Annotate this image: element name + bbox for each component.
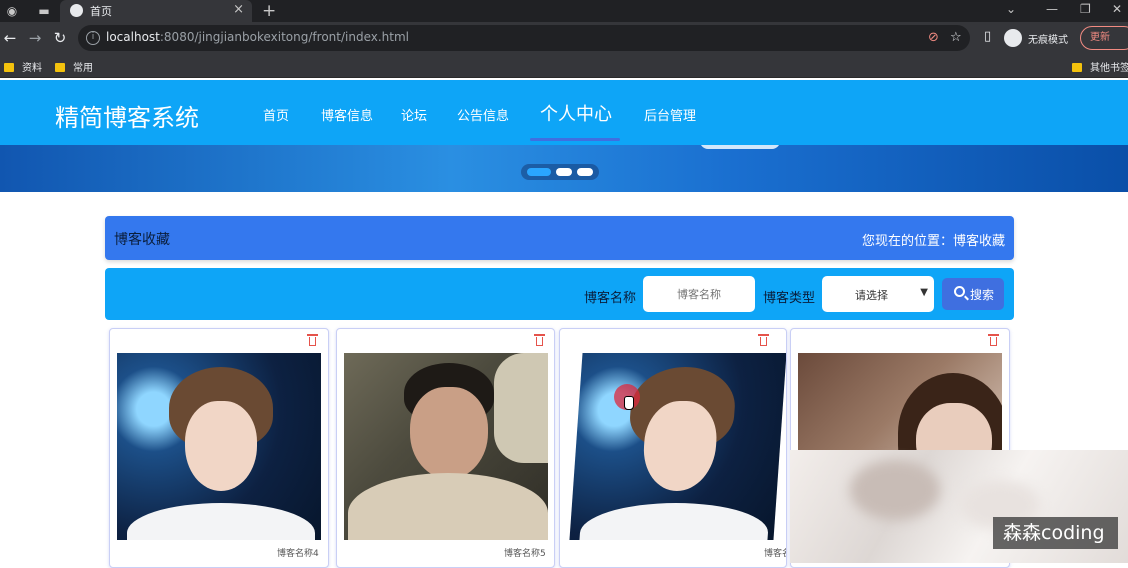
blog-type-select[interactable]: 请选择 ▼ [822,276,934,312]
location-text: 您现在的位置：博客收藏 [861,234,1005,249]
carousel-dot[interactable] [556,168,572,176]
favorite-card[interactable]: 博客名称4 [109,328,329,568]
restore-icon[interactable]: ❐ [1080,2,1091,16]
back-icon[interactable]: ← [1,28,19,48]
update-button[interactable]: 更新 [1080,26,1128,50]
blog-cover-image[interactable] [344,353,548,540]
new-tab-button[interactable]: + [262,1,276,21]
favorite-card[interactable]: 博客名称5 [336,328,555,568]
browser-tab-bar: ◉ ▬ 首页 × + ⌄ — ❐ ✕ [0,0,1128,22]
globe-icon[interactable]: ◉ [4,3,20,19]
site-header: 精简博客系统 首页 博客信息 论坛 公告信息 个人中心 后台管理 [0,80,1128,145]
blog-cover-image[interactable] [569,353,786,540]
browser-toolbar: ← → ↻ i localhost:8080/jingjianbokexiton… [0,22,1128,54]
incognito-icon [1004,29,1022,47]
banner-decoration [700,145,780,149]
folder-icon [55,63,65,72]
tab-switcher-icon[interactable]: ▬ [36,3,52,19]
bookmark-folder[interactable]: 资料 [4,59,42,74]
star-icon[interactable]: ☆ [950,30,962,45]
folder-icon [4,63,14,72]
address-bar[interactable]: i localhost:8080/jingjianbokexitong/fron… [78,25,970,51]
tab-title: 首页 [90,5,112,18]
folder-icon [1072,63,1082,72]
blog-cover-image[interactable] [117,353,321,540]
blog-name-label: 博客名称 [584,291,637,306]
forward-icon[interactable]: → [26,28,44,48]
url-text: localhost:8080/jingjianbokexitong/front/… [106,30,409,44]
globe-icon [70,4,83,17]
minimize-icon[interactable]: — [1046,2,1058,16]
trash-icon[interactable] [758,334,769,346]
search-bar: 博客名称 博客类型 请选择 ▼ 搜索 [105,268,1014,320]
search-button[interactable]: 搜索 [942,278,1004,310]
reload-icon[interactable]: ↻ [51,28,69,48]
page-title: 博客收藏 [114,232,170,248]
site-logo[interactable]: 精简博客系统 [55,98,199,133]
chevron-down-icon: ▼ [920,287,928,298]
bookmarks-bar: 资料 常用 其他书签 [0,54,1128,78]
info-icon[interactable]: i [86,31,100,45]
blog-name-input[interactable] [643,276,755,312]
sidebar-icon[interactable]: ▯ [984,29,991,44]
hand-cursor-icon [624,396,634,410]
carousel-dot[interactable] [577,168,593,176]
bookmark-folder[interactable]: 常用 [55,59,93,74]
nav-announcements[interactable]: 公告信息 [457,105,509,124]
blog-caption: 博客名称4 [277,549,319,559]
search-icon [954,286,965,297]
other-bookmarks[interactable]: 其他书签 [1072,59,1128,74]
favorite-card[interactable]: 博客名 [559,328,787,568]
nav-admin[interactable]: 后台管理 [644,105,696,124]
incognito-label: 无痕模式 [1028,35,1068,46]
nav-forum[interactable]: 论坛 [401,105,427,124]
carousel-dot-active[interactable] [527,168,551,176]
nav-personal-center[interactable]: 个人中心 [540,100,612,126]
breadcrumb: 博客收藏 您现在的位置：博客收藏 [105,216,1014,260]
close-icon[interactable]: × [233,2,244,17]
close-window-icon[interactable]: ✕ [1112,2,1122,16]
trash-icon[interactable] [534,334,545,346]
active-nav-indicator [530,138,620,141]
blog-type-label: 博客类型 [763,291,816,306]
trash-icon[interactable] [988,334,999,346]
blog-caption: 博客名 [764,549,786,559]
blocked-icon[interactable]: ⊘ [928,30,939,45]
chevron-down-icon[interactable]: ⌄ [1006,2,1016,16]
nav-blog-info[interactable]: 博客信息 [321,105,373,124]
blog-type-value: 请选择 [855,289,888,302]
trash-icon[interactable] [307,334,318,346]
carousel-pagination [521,164,599,180]
watermark: 森森coding [993,517,1118,549]
blog-caption: 博客名称5 [504,549,546,559]
nav-home[interactable]: 首页 [263,105,289,124]
tab-home[interactable]: 首页 × [60,0,252,22]
